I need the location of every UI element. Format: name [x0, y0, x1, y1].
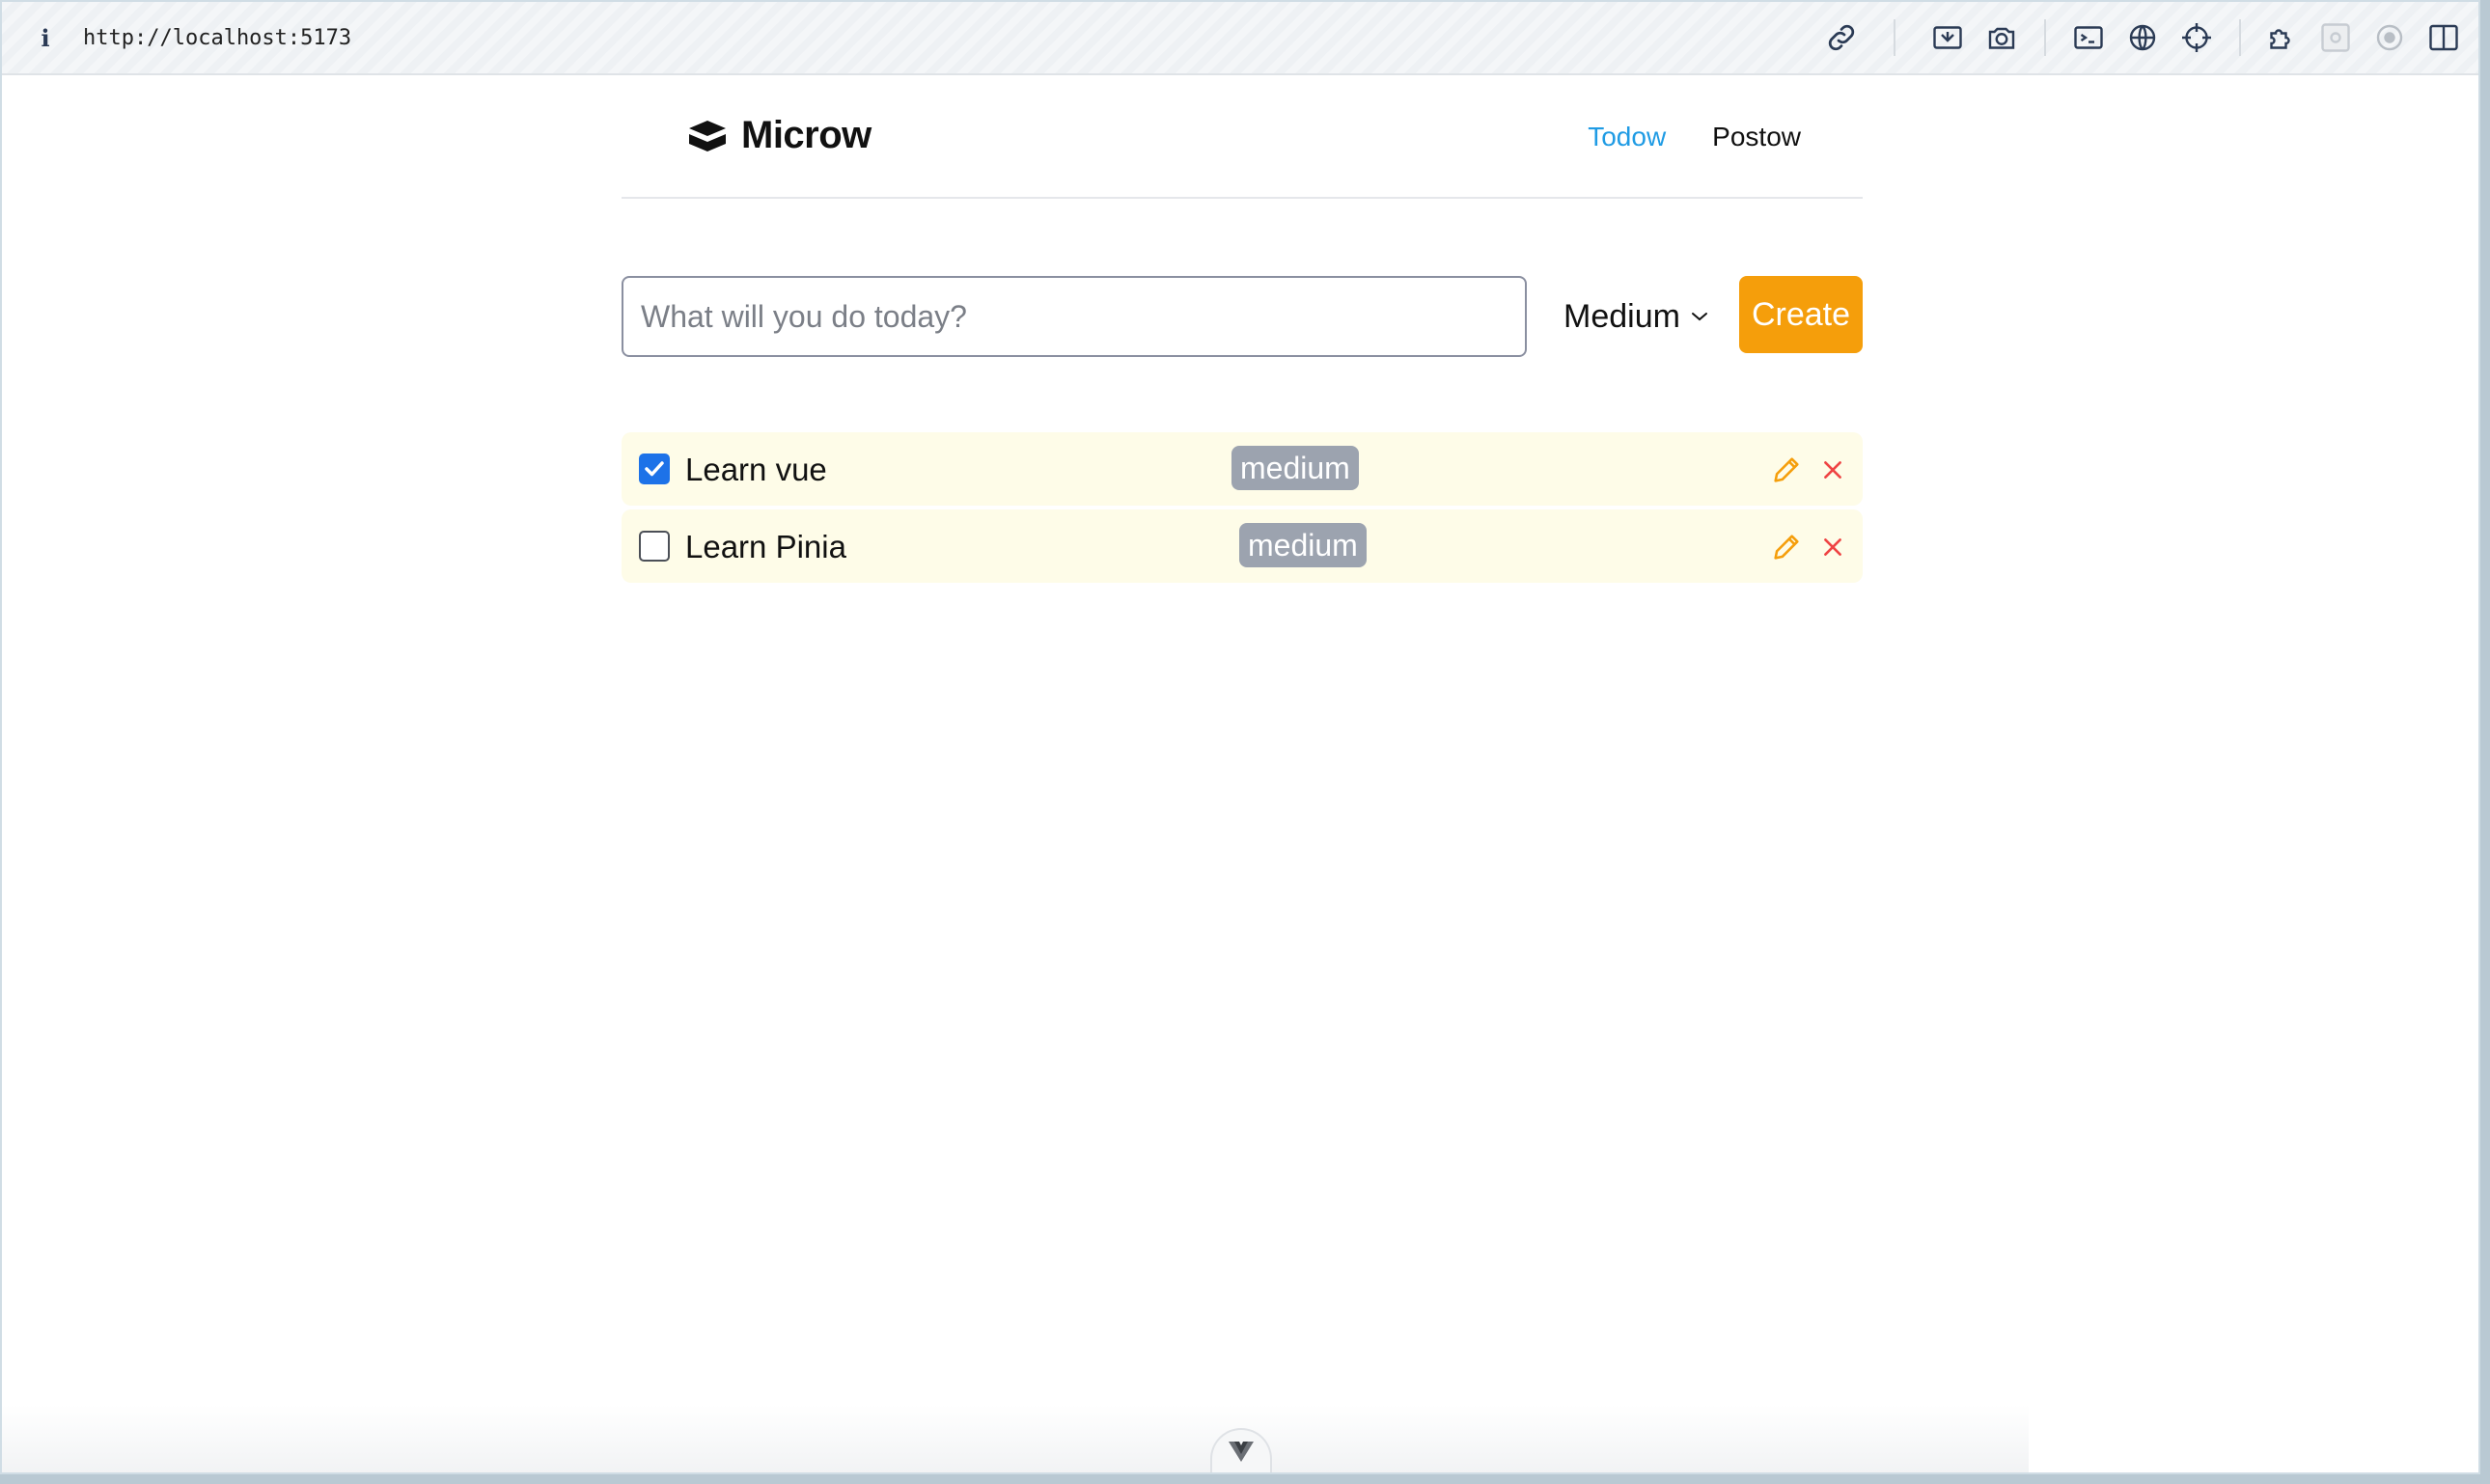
- checkmark-icon: [645, 461, 664, 477]
- capture-icon[interactable]: [2372, 20, 2407, 55]
- todo-checkbox[interactable]: [639, 531, 670, 562]
- todo-item: Learn Pinia medium: [622, 509, 1863, 583]
- browser-window: i http://localhost:5173 Microw Todow Pos…: [0, 0, 2480, 1474]
- chevron-down-icon: [1691, 313, 1707, 321]
- main-nav: Todow Postow: [1588, 122, 1801, 152]
- devtools-icon[interactable]: [2318, 20, 2353, 55]
- toolbar-separator: [2239, 19, 2241, 56]
- nav-link-postow[interactable]: Postow: [1712, 122, 1801, 152]
- url-bar: i http://localhost:5173: [2, 2, 2478, 75]
- pencil-icon[interactable]: [1770, 531, 1803, 563]
- close-icon[interactable]: [1820, 535, 1845, 560]
- logo[interactable]: Microw: [687, 114, 872, 157]
- link-icon[interactable]: [1824, 20, 1859, 55]
- extensions-icon[interactable]: [2264, 20, 2299, 55]
- logo-text: Microw: [741, 114, 872, 156]
- site-header: Microw Todow Postow: [622, 75, 1863, 199]
- bottom-shade: [2, 1405, 2029, 1472]
- globe-icon[interactable]: [2125, 20, 2160, 55]
- toolbar-separator: [1894, 19, 1895, 56]
- priority-badge: medium: [1239, 523, 1367, 567]
- screenshot-icon[interactable]: [1984, 20, 2019, 55]
- close-icon[interactable]: [1820, 457, 1845, 482]
- inspect-component-icon[interactable]: [1930, 20, 1965, 55]
- todo-item: Learn vue medium: [622, 432, 1863, 506]
- priority-select[interactable]: Medium: [1563, 291, 1709, 342]
- todo-title: Learn vue: [685, 452, 827, 487]
- todo-checkbox[interactable]: [639, 453, 670, 484]
- priority-badge: medium: [1231, 446, 1359, 490]
- todo-list: Learn vue medium Learn Pinia medium: [622, 432, 1863, 587]
- create-todo-form: Medium Create: [622, 276, 1863, 357]
- todo-input[interactable]: [622, 276, 1527, 357]
- page-content: Microw Todow Postow Medium Create: [2, 75, 2478, 1472]
- toolbar-separator: [2044, 19, 2046, 56]
- create-button[interactable]: Create: [1739, 276, 1863, 353]
- terminal-icon[interactable]: [2071, 20, 2106, 55]
- logo-icon: [689, 120, 726, 151]
- crosshair-icon[interactable]: [2179, 20, 2214, 55]
- todo-title: Learn Pinia: [685, 529, 846, 564]
- vue-logo-icon: [1229, 1442, 1254, 1462]
- split-view-icon[interactable]: [2426, 20, 2461, 55]
- priority-select-value: Medium: [1563, 297, 1680, 335]
- info-icon[interactable]: i: [31, 24, 60, 52]
- url-text[interactable]: http://localhost:5173: [83, 26, 351, 50]
- nav-link-todow[interactable]: Todow: [1588, 122, 1666, 152]
- pencil-icon[interactable]: [1770, 453, 1803, 486]
